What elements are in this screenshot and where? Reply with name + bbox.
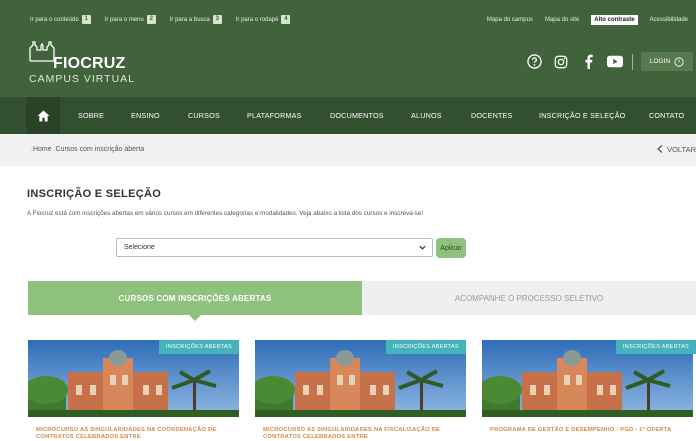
course-title[interactable]: PROGRAMA DE GESTÃO E DESEMPENHO - PGD - …: [490, 427, 688, 434]
nav-item-sobre[interactable]: SOBRE: [78, 97, 104, 134]
youtube-icon[interactable]: [607, 54, 623, 70]
page-intro: A Fiocruz está com inscrições abertas em…: [27, 210, 424, 217]
open-enrollment-badge: INSCRIÇÕES ABERTAS: [385, 340, 466, 354]
course-title[interactable]: MICROCURSO AS SINGULARIDADES NA FISCALIZ…: [263, 427, 461, 440]
logo-subtitle: CAMPUS VIRTUAL: [29, 73, 135, 85]
nav-item-contato[interactable]: CONTATO: [649, 97, 684, 134]
instagram-icon[interactable]: [553, 54, 569, 70]
nav-item-inscricao-selecao[interactable]: INSCRIÇÃO E SELEÇÃO: [539, 97, 625, 134]
nav-item-docentes[interactable]: DOCENTES: [471, 97, 513, 134]
course-title[interactable]: MICROCURSO AS SINGULARIDADES NA COORDENA…: [36, 427, 234, 440]
fiocruz-logo[interactable]: FIOCRUZ CAMPUS VIRTUAL: [29, 40, 149, 88]
castle-logo-icon: [29, 41, 55, 62]
campus-map-link[interactable]: Mapa do campus: [487, 17, 533, 23]
nav-item-cursos[interactable]: CURSOS: [188, 97, 220, 134]
chevron-left-icon: [657, 145, 663, 153]
breadcrumb: .Home .Cursos com inscrição aberta VOLTA…: [0, 134, 696, 166]
nav-item-ensino[interactable]: ENSINO: [131, 97, 160, 134]
help-icon[interactable]: [526, 54, 542, 70]
tab-selection-process[interactable]: ACOMPANHE O PROCESSO SELETIVO: [362, 281, 696, 315]
logo-name: FIOCRUZ: [53, 55, 126, 72]
home-icon: [37, 109, 49, 122]
nav-item-documentos[interactable]: DOCUMENTOS: [330, 97, 384, 134]
utility-links: Mapa do campus Mapa do site Alto contras…: [487, 15, 688, 25]
facebook-icon[interactable]: [580, 54, 596, 70]
apply-button[interactable]: Aplicar: [436, 238, 466, 258]
course-card[interactable]: INSCRIÇÕES ABERTAS MICROCURSO AS SINGULA…: [28, 340, 239, 441]
login-label: LOGIN: [649, 58, 671, 65]
power-icon: [674, 56, 684, 67]
site-map-link[interactable]: Mapa do site: [545, 17, 579, 23]
page-title: INSCRIÇÃO E SELEÇÃO: [27, 188, 162, 200]
nav-item-alunos[interactable]: ALUNOS: [411, 97, 442, 134]
tab-open-courses[interactable]: CURSOS COM INSCRIÇÕES ABERTAS: [28, 281, 362, 321]
nav-item-plataformas[interactable]: PLATAFORMAS: [247, 97, 302, 134]
chevron-down-icon: [419, 245, 426, 250]
high-contrast-link[interactable]: Alto contraste: [591, 15, 638, 25]
active-tab-pointer: [189, 315, 201, 321]
course-card[interactable]: INSCRIÇÕES ABERTAS PROGRAMA DE GESTÃO E …: [482, 340, 696, 441]
open-enrollment-badge: INSCRIÇÕES ABERTAS: [158, 340, 239, 354]
category-select[interactable]: Selecione: [116, 238, 433, 257]
social-icons: LOGIN: [526, 52, 693, 71]
course-tabs: CURSOS COM INSCRIÇÕES ABERTAS ACOMPANHE …: [28, 281, 696, 321]
skip-to-menu-link[interactable]: Ir para o menu 2: [105, 15, 156, 24]
header-divider: [632, 53, 633, 70]
breadcrumb-path[interactable]: .Home .Cursos com inscrição aberta: [31, 146, 144, 153]
category-select-value: Selecione: [124, 244, 155, 251]
skip-to-footer-link[interactable]: Ir para o rodapé 4: [236, 15, 291, 24]
skip-to-search-link[interactable]: Ir para a busca 3: [170, 15, 222, 24]
main-nav: SOBRE ENSINO CURSOS PLATAFORMAS DOCUMENT…: [0, 97, 696, 134]
skip-links: Ir para o conteúdo 1 Ir para o menu 2 Ir p…: [30, 15, 291, 24]
site-header: Ir para o conteúdo 1 Ir para o menu 2 Ir p…: [0, 0, 696, 97]
home-button[interactable]: [26, 97, 60, 134]
login-button[interactable]: LOGIN: [641, 52, 693, 71]
back-link[interactable]: VOLTAR: [657, 145, 696, 154]
open-enrollment-badge: INSCRIÇÕES ABERTAS: [615, 340, 696, 354]
course-card[interactable]: INSCRIÇÕES ABERTAS MICROCURSO AS SINGULA…: [255, 340, 466, 441]
accessibility-link[interactable]: Acessibilidade: [650, 17, 688, 23]
skip-to-content-link[interactable]: Ir para o conteúdo 1: [30, 15, 91, 24]
